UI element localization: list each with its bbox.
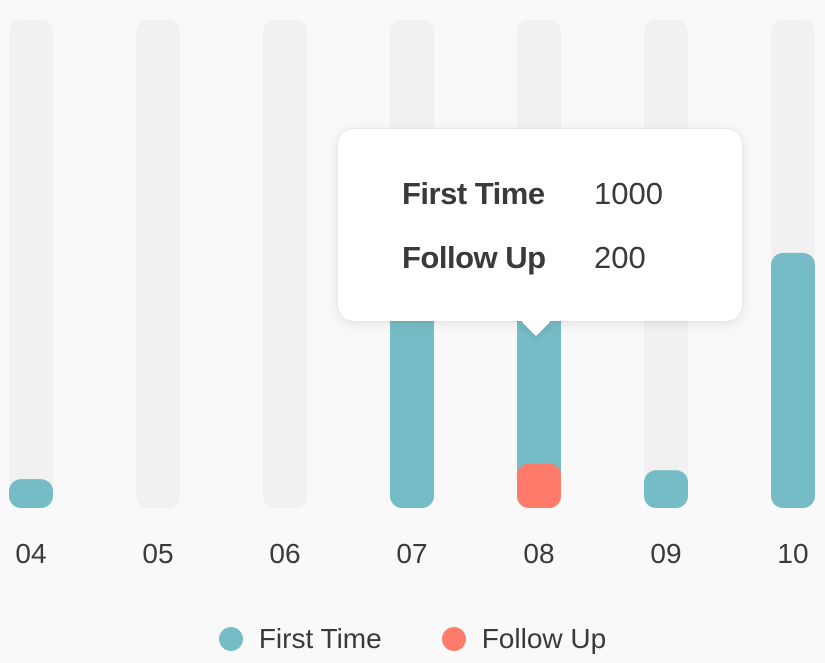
bar-first-time-10[interactable] [771,252,815,508]
tooltip-row-first-time: First Time 1000 [402,174,722,214]
x-tick-label: 07 [396,538,427,569]
bar-first-time-04[interactable] [9,479,53,508]
bar-track-06 [263,20,307,508]
bar-track-05 [136,20,180,508]
tooltip-value: 1000 [594,176,663,211]
bar-track-04 [9,20,53,508]
chart-legend: First Time Follow Up [0,619,825,659]
legend-label: First Time [258,623,382,654]
bar-first-time-09[interactable] [644,470,688,508]
tooltip-value: 200 [594,240,646,275]
legend-dot-icon [441,627,466,651]
x-tick-label: 06 [269,538,300,569]
bar-follow-up-08[interactable] [517,463,561,508]
x-tick-label: 04 [15,538,46,569]
bar-chart: 04 05 06 07 08 09 10 [9,20,815,569]
legend-item-follow-up[interactable]: Follow Up [441,623,607,655]
x-tick-label: 05 [142,538,173,569]
tooltip-row-follow-up: Follow Up 200 [402,238,722,278]
legend-label: Follow Up [481,623,607,654]
legend-item-first-time[interactable]: First Time [218,623,382,655]
chart-tooltip: First Time 1000 Follow Up 200 [338,129,742,321]
legend-dot-icon [218,627,243,651]
x-tick-label: 10 [777,538,808,569]
tooltip-label: First Time [402,176,545,211]
x-tick-label: 09 [650,538,681,569]
tooltip-label: Follow Up [402,240,546,275]
x-tick-label: 08 [523,538,554,569]
